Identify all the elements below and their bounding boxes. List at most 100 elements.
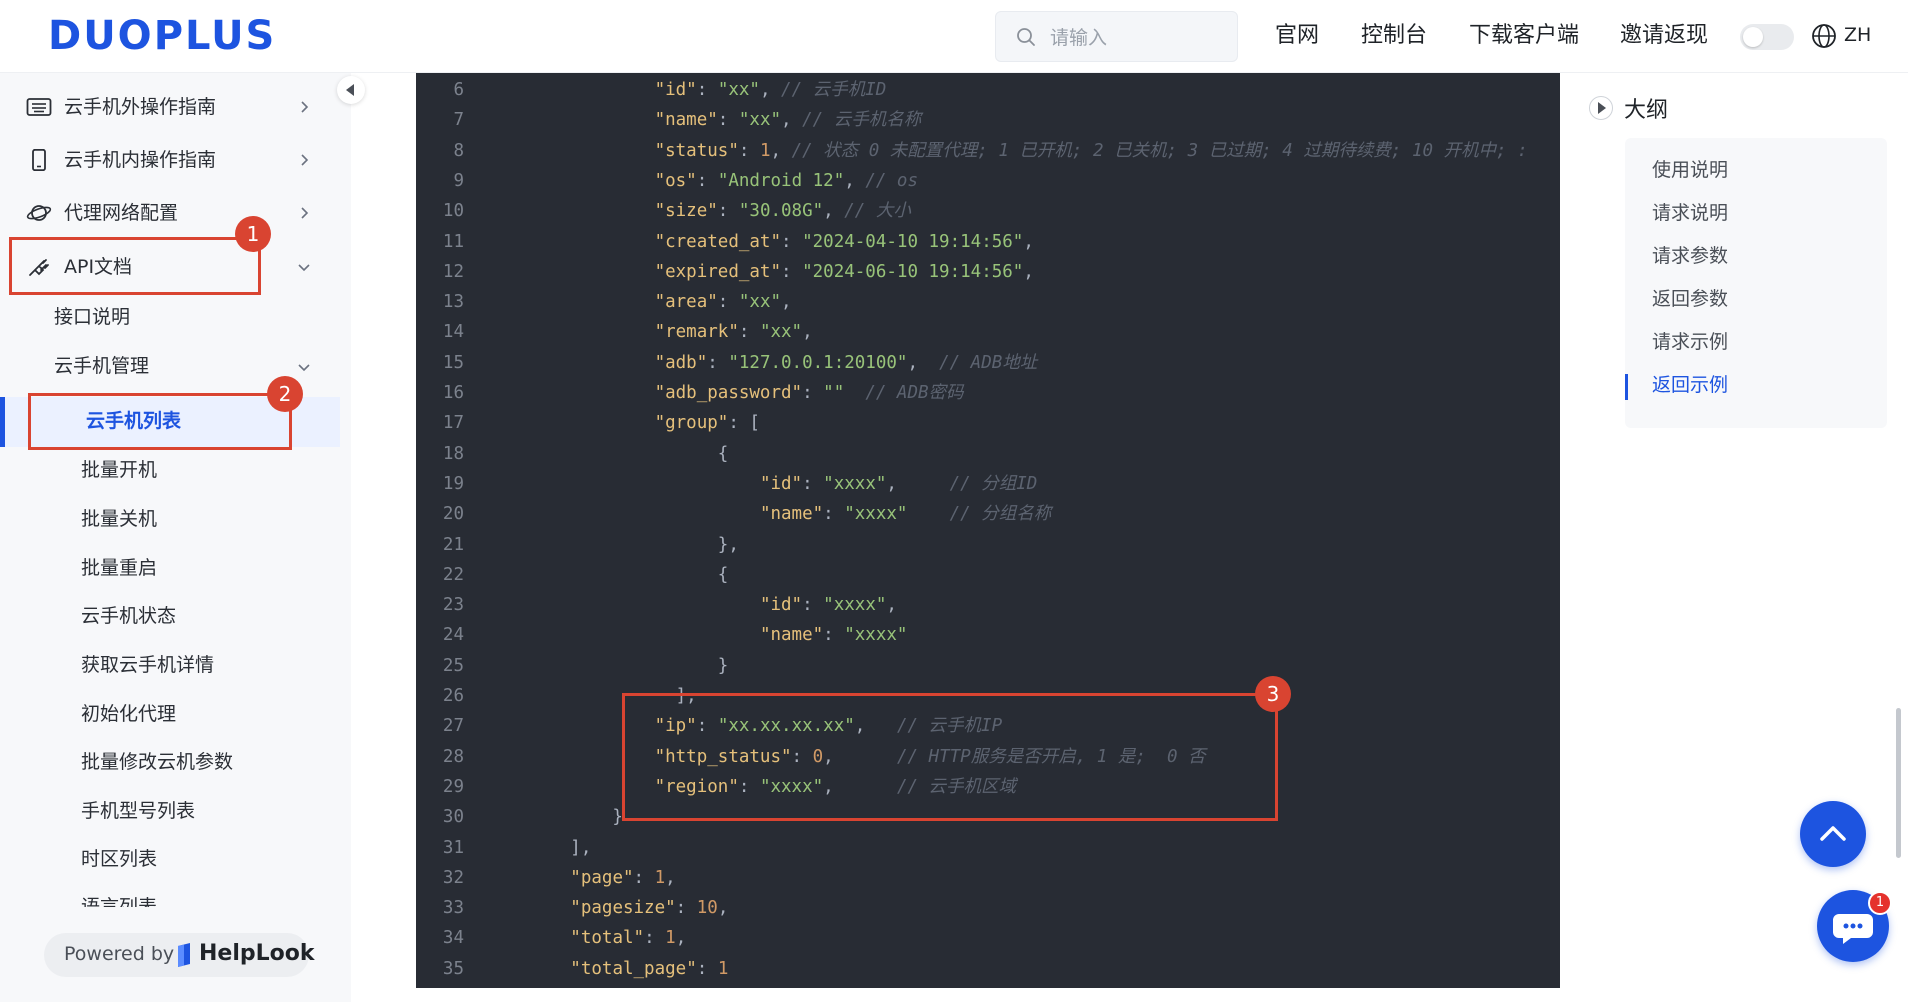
code-line: 17 "group": [: [416, 408, 1560, 438]
line-number: 30: [442, 807, 464, 828]
line-number: 24: [442, 625, 464, 646]
outline-item-response-example[interactable]: 返回示例: [1652, 371, 1728, 399]
line-number: 14: [442, 322, 464, 343]
sidebar-sub-timezone-list[interactable]: 时区列表: [81, 845, 157, 873]
sidebar-sub-batch-restart[interactable]: 批量重启: [81, 554, 157, 582]
sidebar-item-proxy-config[interactable]: 代理网络配置: [0, 189, 340, 237]
sidebar-sub-batch-power-on[interactable]: 批量开机: [81, 456, 157, 484]
nav-download-client[interactable]: 下载客户端: [1469, 20, 1579, 52]
line-number: 29: [442, 776, 464, 797]
sidebar-item-label: 云手机外操作指南: [64, 96, 217, 118]
line-content: "area": "xx",: [654, 292, 792, 313]
line-number: 27: [442, 716, 464, 737]
sidebar-item-external-guide[interactable]: 云手机外操作指南: [0, 83, 340, 131]
line-content: "name": "xx", // 云手机名称: [654, 110, 922, 131]
line-content: "size": "30.08G", // 大小: [654, 201, 911, 222]
phone-icon: [32, 149, 46, 171]
sidebar-sub-batch-modify-params[interactable]: 批量修改云机参数: [81, 748, 233, 776]
line-number: 10: [442, 201, 464, 222]
line-number: 26: [442, 686, 464, 706]
outline-item-request-params[interactable]: 请求参数: [1652, 242, 1728, 270]
line-number: 12: [442, 261, 464, 282]
line-number: 20: [442, 504, 464, 525]
line-number: 8: [453, 140, 464, 161]
play-icon: [1589, 96, 1613, 120]
sidebar-sub-phone-model-list[interactable]: 手机型号列表: [81, 797, 195, 825]
line-number: 9: [453, 170, 464, 191]
chevron-down-icon: [298, 364, 310, 372]
outline-item-request-desc[interactable]: 请求说明: [1652, 199, 1728, 227]
code-line: 31 ],: [416, 833, 1560, 863]
chat-unread-badge: 1: [1868, 891, 1892, 915]
outline-active-indicator: [1625, 374, 1628, 400]
code-line: 15 "adb": "127.0.0.1:20100", // ADB地址: [416, 348, 1560, 378]
sidebar: 云手机外操作指南 云手机内操作指南 代理网络配置 API文档 接口说明 云手机管…: [0, 73, 351, 1002]
line-content: "expired_at": "2024-06-10 19:14:56",: [654, 261, 1034, 282]
line-content: }: [486, 655, 729, 676]
line-number: 6: [453, 80, 464, 100]
sidebar-sub-cloud-phone-status[interactable]: 云手机状态: [81, 602, 176, 630]
line-number: 28: [442, 746, 464, 767]
powered-by-badge[interactable]: Powered by HelpLook: [44, 933, 315, 977]
search-input[interactable]: [1048, 22, 1227, 54]
line-number: 15: [442, 352, 464, 373]
line-content: "name": "xxxx": [759, 625, 908, 646]
outline-title: 大纲: [1624, 98, 1669, 123]
line-content: },: [486, 534, 739, 555]
sidebar-sub-cloud-phone-management[interactable]: 云手机管理: [54, 352, 149, 380]
nav-official-site[interactable]: 官网: [1275, 20, 1319, 52]
nav-invite-cashback[interactable]: 邀请返现: [1620, 20, 1708, 52]
sidebar-sub-language-list[interactable]: 语言列表: [81, 893, 157, 907]
sidebar-sub-init-proxy[interactable]: 初始化代理: [81, 700, 176, 728]
code-line: 16 "adb_password": "" // ADB密码: [416, 378, 1560, 408]
line-content: "pagesize": 10,: [570, 898, 729, 919]
line-number: 19: [442, 473, 464, 494]
line-number: 11: [442, 231, 464, 252]
chevron-right-icon: [301, 154, 309, 166]
powered-by-text: Powered by: [64, 943, 175, 965]
code-line: 6 "id": "xx", // 云手机ID: [416, 75, 1560, 105]
sidebar-sub-batch-power-off[interactable]: 批量关机: [81, 505, 157, 533]
line-number: 17: [442, 413, 464, 434]
code-block: 6 "id": "xx", // 云手机ID 7 "name": "xx", //…: [416, 73, 1560, 988]
duoplus-logo[interactable]: DUOPLUS: [48, 14, 276, 58]
annotation-badge-3: 3: [1255, 676, 1291, 712]
search-box[interactable]: [995, 11, 1238, 62]
annotation-box-3: [622, 693, 1278, 821]
outline-item-request-example[interactable]: 请求示例: [1652, 328, 1728, 356]
outline-panel: 使用说明 请求说明 请求参数 返回参数 请求示例 返回示例: [1625, 138, 1887, 428]
outline-item-usage[interactable]: 使用说明: [1652, 156, 1728, 184]
sidebar-item-label: 云手机内操作指南: [64, 149, 217, 171]
keyboard-icon: [26, 98, 52, 116]
line-content: "page": 1,: [570, 867, 676, 888]
back-to-top-button[interactable]: [1800, 801, 1866, 867]
code-line: 10 "size": "30.08G", // 大小: [416, 196, 1560, 226]
line-content: "os": "Android 12", // os: [654, 170, 919, 191]
active-item-indicator: [0, 397, 5, 447]
page-scrollbar[interactable]: [1896, 708, 1901, 858]
sidebar-collapse-button[interactable]: [337, 76, 365, 104]
line-content: "adb_password": "" // ADB密码: [654, 383, 964, 403]
chevron-right-icon: [301, 207, 309, 219]
annotation-badge-1: 1: [235, 216, 271, 252]
helplook-logo-icon: [178, 943, 190, 967]
sidebar-sub-interface-intro[interactable]: 接口说明: [54, 303, 130, 331]
theme-toggle[interactable]: [1740, 24, 1794, 50]
search-icon: [1017, 28, 1035, 46]
sidebar-sub-clip: 语言列表: [81, 893, 201, 907]
code-line: 7 "name": "xx", // 云手机名称: [416, 105, 1560, 135]
line-content: ],: [486, 837, 592, 858]
sidebar-sub-get-phone-details[interactable]: 获取云手机详情: [81, 651, 214, 679]
code-line: 20 "name": "xxxx" // 分组名称: [416, 499, 1560, 529]
nav-console[interactable]: 控制台: [1361, 20, 1427, 52]
line-content: "group": [: [654, 413, 760, 434]
line-content: "total_page": 1: [570, 958, 729, 979]
line-number: 25: [442, 655, 464, 676]
line-number: 34: [442, 928, 464, 949]
code-line: 11 "created_at": "2024-04-10 19:14:56",: [416, 227, 1560, 257]
top-header: DUOPLUS 官网 控制台 下载客户端 邀请返现 ZH: [0, 0, 1908, 73]
annotation-box-2: [28, 393, 292, 450]
toggle-knob: [1743, 27, 1763, 47]
outline-item-response-params[interactable]: 返回参数: [1652, 285, 1728, 313]
sidebar-item-internal-guide[interactable]: 云手机内操作指南: [0, 136, 340, 184]
